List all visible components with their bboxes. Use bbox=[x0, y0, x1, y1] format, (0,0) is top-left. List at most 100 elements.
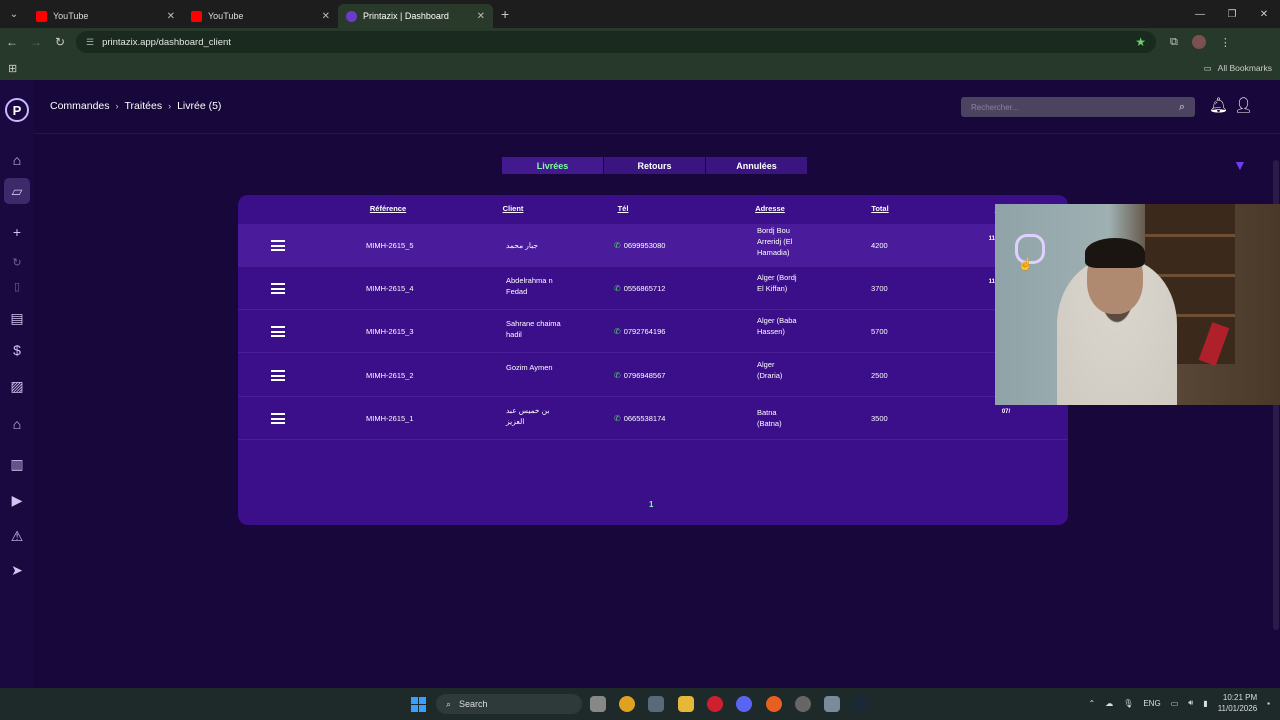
clipboard-icon[interactable]: ▯ bbox=[7, 276, 27, 296]
tab-retours[interactable]: Retours bbox=[604, 157, 705, 174]
address-bar[interactable]: ☰ printazix.app/dashboard_client ★ bbox=[76, 31, 1156, 53]
url-text: printazix.app/dashboard_client bbox=[102, 36, 231, 48]
chevron-right-icon: › bbox=[115, 101, 119, 111]
browser-tab-youtube-1[interactable]: YouTube ✕ bbox=[28, 4, 183, 28]
row-menu-icon[interactable] bbox=[271, 283, 285, 294]
reload-icon[interactable]: ↻ bbox=[48, 35, 72, 49]
browser-menu-icon[interactable]: ⋮ bbox=[1220, 36, 1231, 49]
all-bookmarks-label: All Bookmarks bbox=[1217, 63, 1272, 73]
close-tab-icon[interactable]: ✕ bbox=[167, 11, 175, 22]
chrome-icon[interactable] bbox=[619, 696, 635, 712]
settings-icon[interactable] bbox=[824, 696, 840, 712]
obs-icon[interactable] bbox=[795, 696, 811, 712]
bookmark-star-icon[interactable]: ★ bbox=[1135, 35, 1146, 49]
task-view-icon[interactable] bbox=[590, 696, 606, 712]
language-indicator[interactable]: ENG bbox=[1143, 699, 1160, 708]
site-info-icon[interactable]: ☰ bbox=[86, 37, 94, 48]
add-icon[interactable]: + bbox=[7, 222, 27, 242]
forward-icon[interactable]: → bbox=[24, 35, 48, 49]
clock[interactable]: 10:21 PM 11/01/2026 bbox=[1218, 692, 1257, 714]
apps-grid-icon[interactable]: ⊞ bbox=[8, 62, 17, 75]
column-header-adresse[interactable]: Adresse bbox=[744, 204, 796, 213]
breadcrumb-commandes[interactable]: Commandes bbox=[50, 100, 110, 112]
column-header-tel[interactable]: Tél bbox=[608, 204, 638, 213]
restore-icon[interactable]: ❐ bbox=[1216, 0, 1248, 28]
chevron-up-icon[interactable]: ⌃ bbox=[1088, 699, 1095, 708]
youtube-icon bbox=[36, 10, 47, 22]
display-icon[interactable]: ▭ bbox=[1171, 699, 1179, 708]
printazix-logo[interactable]: P bbox=[5, 98, 29, 122]
tab-livrees[interactable]: Livrées bbox=[502, 157, 603, 174]
user-settings-icon[interactable]: 👤︎ bbox=[1234, 96, 1253, 114]
orders-bag-icon[interactable]: ▱ bbox=[4, 178, 30, 204]
cell-tel: ✆ 0556865712 bbox=[614, 283, 665, 294]
row-menu-icon[interactable] bbox=[271, 240, 285, 251]
windows-start-icon[interactable] bbox=[411, 697, 426, 712]
cell-total: 3500 bbox=[871, 414, 888, 423]
windows-taskbar: ⌕ Search ⌃ ☁ 🎙︎ ENG ▭ 🔊︎ ▮ 10:21 PM 11/0… bbox=[0, 688, 1280, 720]
table-row[interactable]: MIMH-2615_5 جبار محمد ✆ 0699953080 Bordj Bou… bbox=[238, 224, 1068, 267]
row-menu-icon[interactable] bbox=[271, 413, 285, 424]
warning-icon[interactable]: ⚠ bbox=[7, 526, 27, 546]
taskbar-search[interactable]: ⌕ Search bbox=[436, 694, 582, 714]
back-icon[interactable]: ← bbox=[0, 35, 24, 49]
minimize-icon[interactable]: — bbox=[1184, 0, 1216, 28]
notification-bell-icon[interactable]: 🔔︎ bbox=[1209, 96, 1228, 114]
pagination-page-1[interactable]: 1 bbox=[649, 500, 653, 509]
column-header-total[interactable]: Total bbox=[860, 204, 900, 213]
table-row[interactable]: MIMH-2615_1 بن خميس عبد العزيز ✆ 0665538174… bbox=[238, 397, 1068, 440]
notifications-icon[interactable]: ▪ bbox=[1267, 699, 1270, 708]
table-row[interactable]: MIMH-2615_2 Gozim Aymen ✆ 0796948567 Alger (… bbox=[238, 354, 1068, 397]
tab-annulees[interactable]: Annulées bbox=[706, 157, 807, 174]
warehouse-icon[interactable]: ⌂ bbox=[7, 414, 27, 434]
row-menu-icon[interactable] bbox=[271, 370, 285, 381]
printazix-icon bbox=[346, 10, 357, 22]
cell-tel-value: 0665538174 bbox=[623, 414, 666, 423]
webcam-overlay bbox=[995, 204, 1280, 405]
home-icon[interactable]: ⌂ bbox=[7, 150, 27, 170]
close-window-icon[interactable]: ✕ bbox=[1248, 0, 1280, 28]
network-icon[interactable]: ☁ bbox=[1105, 699, 1113, 708]
table-row[interactable]: MIMH-2615_3 Sahrane chaima hadil ✆ 07927641… bbox=[238, 310, 1068, 353]
video-icon[interactable]: ▶ bbox=[7, 490, 27, 510]
all-bookmarks[interactable]: ▭ All Bookmarks bbox=[1204, 63, 1272, 74]
microphone-icon[interactable]: 🎙︎ bbox=[1123, 699, 1133, 708]
clapperboard-icon[interactable]: ▤ bbox=[7, 308, 27, 328]
column-header-client[interactable]: Client bbox=[488, 204, 538, 213]
snipping-tool-icon[interactable] bbox=[648, 696, 664, 712]
book-icon[interactable]: ▥ bbox=[7, 454, 27, 474]
cell-client: Sahrane chaima hadil bbox=[506, 319, 561, 339]
steam-icon[interactable] bbox=[853, 696, 869, 712]
extensions-icon[interactable]: ⧉ bbox=[1170, 36, 1178, 49]
search-input[interactable] bbox=[971, 102, 1179, 112]
volume-icon[interactable]: 🔊︎ bbox=[1188, 698, 1193, 708]
file-explorer-icon[interactable] bbox=[678, 696, 694, 712]
breadcrumb-traitees[interactable]: Traitées bbox=[125, 100, 163, 112]
send-icon[interactable]: ➤ bbox=[7, 560, 27, 580]
profile-avatar[interactable] bbox=[1191, 35, 1206, 49]
close-tab-icon[interactable]: ✕ bbox=[322, 11, 330, 22]
row-menu-icon[interactable] bbox=[271, 326, 285, 337]
cell-livree-le: 07/ bbox=[1001, 409, 1011, 415]
column-header-reference[interactable]: Référence bbox=[358, 204, 418, 213]
table-row[interactable]: MIMH-2615_4 Abdelrahma n Fedad ✆ 0556865712… bbox=[238, 267, 1068, 310]
tab-title: Printazix | Dashboard bbox=[363, 11, 449, 21]
close-tab-icon[interactable]: ✕ bbox=[477, 11, 485, 22]
cell-adresse: Bordj Bou Arreridj (El Hamadia) bbox=[757, 226, 793, 257]
new-tab-button[interactable]: + bbox=[501, 6, 509, 22]
battery-icon[interactable]: ▮ bbox=[1203, 699, 1207, 708]
cell-total: 3700 bbox=[871, 284, 888, 293]
browser-tab-youtube-2[interactable]: YouTube ✕ bbox=[183, 4, 338, 28]
gallery-icon[interactable]: ▨ bbox=[7, 376, 27, 396]
clock-date: 11/01/2026 bbox=[1217, 704, 1258, 713]
browser-tab-printazix[interactable]: Printazix | Dashboard ✕ bbox=[338, 4, 493, 28]
tab-search-icon[interactable]: ⌄ bbox=[0, 0, 28, 28]
discord-icon[interactable] bbox=[736, 696, 752, 712]
opera-icon[interactable] bbox=[707, 696, 723, 712]
refresh-icon[interactable]: ↻ bbox=[7, 252, 27, 272]
search-icon[interactable]: ⌕ bbox=[1179, 101, 1185, 114]
webcam-person-hair bbox=[1085, 238, 1145, 268]
firefox-icon[interactable] bbox=[766, 696, 782, 712]
dollar-icon[interactable]: $ bbox=[7, 340, 27, 360]
filter-icon[interactable]: ▼ bbox=[1233, 157, 1247, 173]
